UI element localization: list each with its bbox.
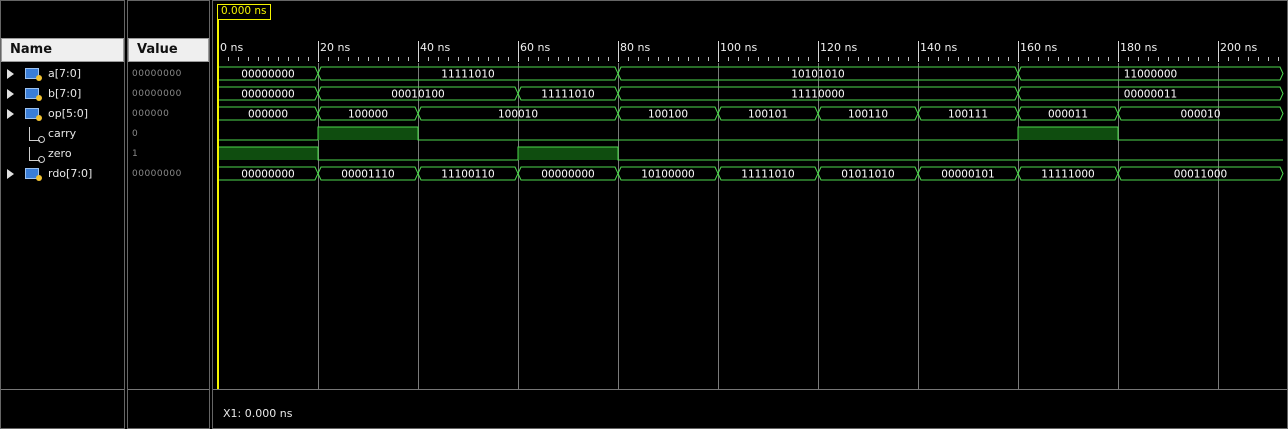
signal-name: op[5:0] — [48, 107, 88, 120]
value-pane-divider — [128, 389, 209, 390]
bus-value-label: 11111010 — [441, 69, 494, 81]
bus-value-label: 00000011 — [1124, 89, 1177, 101]
name-column-header[interactable]: Name — [1, 38, 124, 62]
signal-row-zero[interactable]: zero — [1, 144, 124, 164]
bus-value-label: 00010100 — [391, 89, 444, 101]
waveform-canvas[interactable]: 00000000 11111010 10101010 1100000000000000… — [213, 1, 1287, 401]
bus-value-label: 11110000 — [791, 89, 844, 101]
signal-row-carry[interactable]: carry — [1, 124, 124, 144]
bus-value-label: 00000000 — [241, 169, 294, 181]
signal-row-a[interactable]: a[7:0] — [1, 64, 124, 84]
bus-value-label: 10101010 — [791, 69, 844, 81]
bus-value-label: 10100000 — [641, 169, 694, 181]
bit-waveform[interactable] — [218, 146, 1283, 161]
bit-signal-icon — [29, 147, 45, 163]
logic-high-fill — [1018, 127, 1118, 140]
bit-signal-icon — [29, 127, 45, 143]
bus-value-label: 00000000 — [541, 169, 594, 181]
signal-name: b[7:0] — [48, 87, 82, 100]
signal-value-b: 00000000 — [132, 89, 182, 99]
signal-value-zero: 1 — [132, 149, 139, 159]
expand-arrow-icon[interactable] — [7, 169, 14, 179]
signal-row-rdo[interactable]: rdo[7:0] — [1, 164, 124, 184]
cursor-readout: X1: 0.000 ns — [223, 407, 293, 420]
expand-arrow-icon[interactable] — [7, 89, 14, 99]
signal-value-op: 000000 — [132, 109, 170, 119]
bus-value-label: 00000000 — [241, 69, 294, 81]
logic-high-fill — [318, 127, 418, 140]
signal-name: carry — [48, 127, 77, 140]
wave-pane-divider — [213, 389, 1287, 390]
bus-value-label: 100110 — [848, 109, 888, 121]
bus-value-label: 100111 — [948, 109, 988, 121]
bus-value-label: 100101 — [748, 109, 788, 121]
signal-row-op[interactable]: op[5:0] — [1, 104, 124, 124]
signal-name: rdo[7:0] — [48, 167, 93, 180]
bus-value-label: 100100 — [648, 109, 688, 121]
bus-value-label: 11000000 — [1124, 69, 1177, 81]
logic-high-fill — [218, 147, 318, 160]
signal-value-pane[interactable]: Value 00000000 00000000 000000 0 1 00000000 — [127, 0, 210, 429]
waveform-pane[interactable]: 0 ns 20 ns 40 ns 60 ns 80 ns 100 ns 120 ns 140 … — [212, 0, 1288, 429]
signal-name: zero — [48, 147, 72, 160]
expand-arrow-icon[interactable] — [7, 109, 14, 119]
bus-value-label: 11111010 — [741, 169, 794, 181]
bus-value-label: 000000 — [248, 109, 288, 121]
bus-value-label: 01011010 — [841, 169, 894, 181]
bus-value-label: 000011 — [1048, 109, 1088, 121]
signal-value-a: 00000000 — [132, 69, 182, 79]
logic-high-fill — [518, 147, 618, 160]
bus-value-label: 000010 — [1180, 109, 1220, 121]
bus-signal-icon — [25, 108, 42, 121]
bus-value-label: 11111010 — [541, 89, 594, 101]
bus-signal-icon — [25, 168, 42, 181]
bus-value-label: 100010 — [498, 109, 538, 121]
bus-value-label: 00000101 — [941, 169, 994, 181]
bus-value-label: 11111000 — [1041, 169, 1094, 181]
bus-value-label: 100000 — [348, 109, 388, 121]
bus-value-label: 00000000 — [241, 89, 294, 101]
signal-value-rdo: 00000000 — [132, 169, 182, 179]
cursor-line[interactable] — [217, 4, 219, 389]
name-pane-divider — [1, 389, 124, 390]
bus-signal-icon — [25, 68, 42, 81]
bus-value-label: 11100110 — [441, 169, 494, 181]
cursor-time-marker[interactable]: 0.000 ns — [217, 4, 271, 20]
value-column-header[interactable]: Value — [128, 38, 209, 62]
expand-arrow-icon[interactable] — [7, 69, 14, 79]
signal-name-pane[interactable]: Name a[7:0] b[7:0] op[5:0] carry zero rdo[7:0… — [0, 0, 125, 429]
signal-value-carry: 0 — [132, 129, 139, 139]
bus-value-label: 00011000 — [1174, 169, 1227, 181]
bus-signal-icon — [25, 88, 42, 101]
signal-row-b[interactable]: b[7:0] — [1, 84, 124, 104]
signal-name: a[7:0] — [48, 67, 82, 80]
bus-value-label: 00001110 — [341, 169, 394, 181]
